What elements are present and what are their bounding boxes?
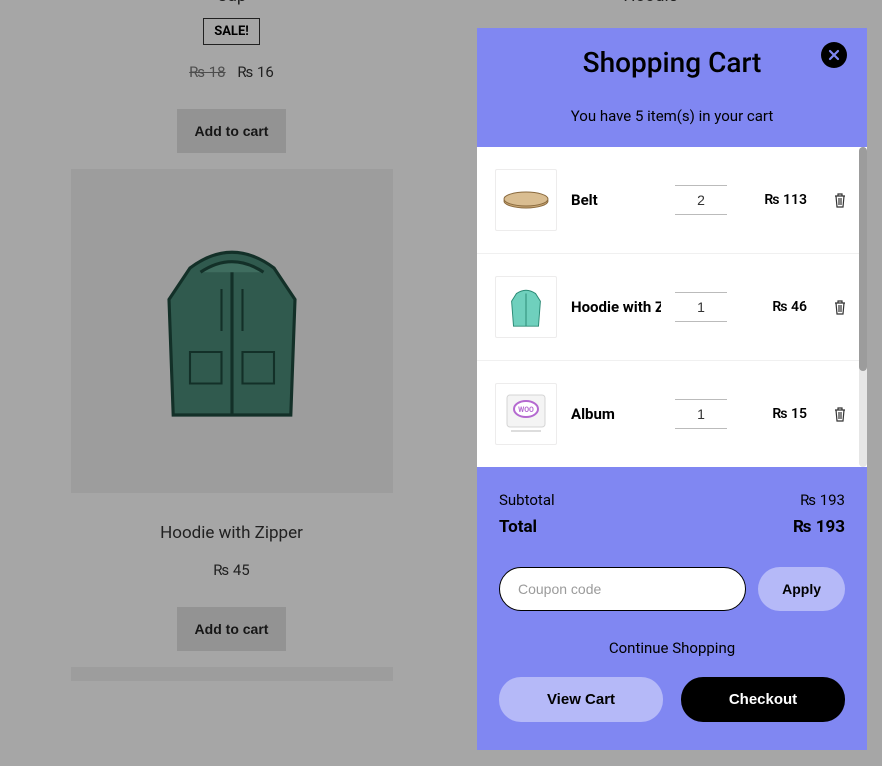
remove-item-button[interactable]: [831, 297, 849, 317]
hoodie-icon: [127, 226, 337, 436]
sale-badge: SALE!: [203, 18, 260, 45]
drawer-subtitle: You have 5 item(s) in your cart: [477, 83, 867, 147]
item-price: ₨ 113: [741, 192, 807, 208]
trash-icon: [833, 299, 847, 315]
total-label: Total: [499, 517, 537, 537]
item-name: Belt: [571, 191, 661, 209]
add-to-cart-button[interactable]: Add to cart: [177, 109, 287, 153]
coupon-input[interactable]: [499, 567, 746, 611]
item-name: Hoodie with Z: [571, 298, 661, 316]
item-thumbnail: [495, 276, 557, 338]
product-image: [71, 667, 393, 681]
hoodie-icon: [502, 283, 550, 331]
product-card-hoodie-zipper: Hoodie with Zipper ₨ 45 Add to cart: [71, 169, 393, 651]
product-title: Hoodie with Zipper: [71, 523, 393, 543]
drawer-actions: View Cart Checkout: [477, 677, 867, 744]
remove-item-button[interactable]: [831, 190, 849, 210]
item-qty-input[interactable]: [675, 399, 727, 429]
cart-item: WOO Album ₨ 15: [477, 360, 867, 467]
cart-item: Belt ₨ 113: [477, 147, 867, 253]
subtotal-value: ₨ 193: [800, 491, 845, 509]
product-image: [71, 169, 393, 493]
total-value: ₨ 193: [793, 517, 845, 537]
cart-drawer: Shopping Cart You have 5 item(s) in your…: [477, 28, 867, 750]
continue-shopping-link[interactable]: Continue Shopping: [477, 625, 867, 677]
product-card-bottom-left: [71, 667, 393, 681]
item-name: Album: [571, 405, 661, 423]
apply-coupon-button[interactable]: Apply: [758, 567, 845, 611]
subtotal-row: Subtotal ₨ 193: [499, 491, 845, 509]
product-title: Cap: [71, 0, 393, 6]
coupon-row: Apply: [477, 555, 867, 625]
trash-icon: [833, 406, 847, 422]
remove-item-button[interactable]: [831, 404, 849, 424]
price-line: ₨ 18 ₨ 16: [71, 63, 393, 81]
close-button[interactable]: [821, 42, 847, 68]
subtotal-label: Subtotal: [499, 491, 555, 509]
total-row: Total ₨ 193: [499, 517, 845, 537]
svg-text:WOO: WOO: [518, 406, 534, 414]
item-thumbnail: WOO: [495, 383, 557, 445]
cart-items: Belt ₨ 113 Hoodie with Z ₨ 46: [477, 147, 867, 467]
cart-item: Hoodie with Z ₨ 46: [477, 253, 867, 360]
view-cart-button[interactable]: View Cart: [499, 677, 663, 722]
checkout-button[interactable]: Checkout: [681, 677, 845, 722]
price: ₨ 16: [237, 63, 273, 81]
item-qty-input[interactable]: [675, 292, 727, 322]
item-qty-input[interactable]: [675, 185, 727, 215]
belt-icon: [501, 189, 551, 211]
item-price: ₨ 15: [741, 406, 807, 422]
album-icon: WOO: [501, 389, 551, 439]
cart-totals: Subtotal ₨ 193 Total ₨ 193: [477, 467, 867, 555]
price: ₨ 45: [71, 561, 393, 579]
close-icon: [827, 48, 841, 62]
item-thumbnail: [495, 169, 557, 231]
add-to-cart-button[interactable]: Add to cart: [177, 607, 287, 651]
drawer-title: Shopping Cart: [583, 46, 762, 79]
items-scrollbar-thumb[interactable]: [859, 147, 867, 371]
product-card-cap: Cap SALE! ₨ 18 ₨ 16 Add to cart: [71, 0, 393, 153]
drawer-header: Shopping Cart: [477, 28, 867, 83]
trash-icon: [833, 192, 847, 208]
item-price: ₨ 46: [741, 299, 807, 315]
old-price: ₨ 18: [189, 63, 225, 81]
